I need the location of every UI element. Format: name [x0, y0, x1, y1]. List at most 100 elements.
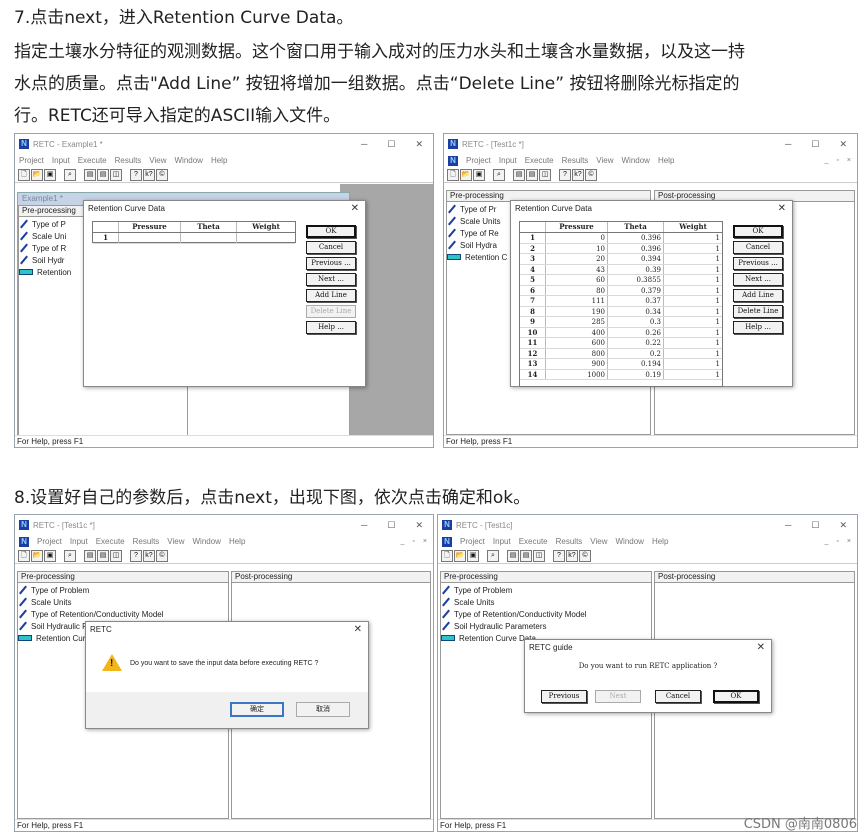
menu-input[interactable]: Input [493, 537, 511, 546]
save-icon[interactable]: ▣ [44, 549, 56, 562]
cell-weight[interactable]: 1 [664, 370, 722, 380]
maximize-button[interactable]: ☐ [387, 520, 395, 531]
table-row[interactable]: 10 400 0.26 1 [520, 327, 722, 338]
menu-window[interactable]: Window [193, 537, 221, 546]
menu-execute[interactable]: Execute [525, 156, 554, 165]
mdi-close[interactable]: × [847, 538, 851, 545]
cell-weight[interactable]: 1 [664, 328, 722, 338]
next-button[interactable]: Next ... [733, 273, 783, 286]
table-row[interactable]: 2 10 0.396 1 [520, 243, 722, 254]
menu-help[interactable]: Help [652, 537, 668, 546]
retention-grid[interactable]: Pressure Theta Weight 1 [92, 221, 296, 244]
mdi-minimize[interactable]: _ [825, 538, 829, 545]
mdi-close[interactable]: × [423, 538, 427, 545]
mdi-minimize[interactable]: _ [825, 157, 829, 164]
minimize-button[interactable]: ─ [785, 139, 791, 150]
about-icon[interactable]: © [156, 168, 168, 181]
cell-pressure[interactable]: 60 [546, 275, 608, 285]
table-row[interactable]: 9 285 0.3 1 [520, 317, 722, 328]
cell-pressure[interactable]: 0 [546, 233, 608, 243]
menu-help[interactable]: Help [211, 156, 227, 165]
close-icon[interactable]: ✕ [757, 642, 771, 653]
split-icon[interactable]: ◫ [539, 168, 551, 181]
cascade-icon[interactable]: ▤ [520, 549, 532, 562]
close-button[interactable]: ✕ [839, 520, 847, 531]
help-button[interactable]: Help ... [733, 321, 783, 334]
close-button[interactable]: ✕ [415, 139, 423, 150]
preview-icon[interactable]: ⌕ [493, 168, 505, 181]
split-icon[interactable]: ◫ [533, 549, 545, 562]
ok-button[interactable]: OK [306, 225, 356, 238]
close-icon[interactable]: ✕ [778, 203, 792, 214]
menu-results[interactable]: Results [562, 156, 589, 165]
next-button[interactable]: Next [595, 690, 641, 703]
help-button[interactable]: Help ... [306, 321, 356, 334]
mdi-restore[interactable]: ▫ [412, 538, 414, 545]
close-icon[interactable]: ✕ [351, 203, 365, 214]
menu-help[interactable]: Help [229, 537, 245, 546]
table-row[interactable]: 12 800 0.2 1 [520, 348, 722, 359]
cell-theta[interactable]: 0.394 [608, 254, 664, 264]
menu-help[interactable]: Help [658, 156, 674, 165]
cell-weight[interactable]: 1 [664, 307, 722, 317]
split-icon[interactable]: ◫ [110, 549, 122, 562]
cell-weight[interactable]: 1 [664, 286, 722, 296]
close-button[interactable]: ✕ [415, 520, 423, 531]
context-help-icon[interactable]: k? [143, 549, 155, 562]
cell-index[interactable]: 4 [520, 264, 546, 274]
minimize-button[interactable]: ─ [361, 520, 367, 531]
cell-index[interactable]: 6 [520, 285, 546, 295]
menu-results[interactable]: Results [115, 156, 142, 165]
ok-button[interactable]: OK [733, 225, 783, 238]
cancel-button[interactable]: 取消 [296, 702, 350, 717]
table-row[interactable]: 14 1000 0.19 1 [520, 369, 722, 380]
help-icon[interactable]: ? [553, 549, 565, 562]
tile-icon[interactable]: ▤ [513, 168, 525, 181]
cell-theta[interactable]: 0.396 [608, 243, 664, 253]
minimize-button[interactable]: ─ [361, 139, 367, 150]
cell-pressure[interactable]: 400 [546, 327, 608, 337]
cell-weight[interactable]: 1 [664, 233, 722, 243]
help-icon[interactable]: ? [130, 549, 142, 562]
previous-button[interactable]: Previous ... [733, 257, 783, 270]
cancel-button[interactable]: Cancel [306, 241, 356, 254]
cell-pressure[interactable]: 600 [546, 338, 608, 348]
tree-item-scale-units[interactable]: Scale Units [441, 596, 651, 608]
cell-index[interactable]: 1 [520, 233, 546, 243]
save-icon[interactable]: ▣ [467, 549, 479, 562]
menu-execute[interactable]: Execute [96, 537, 125, 546]
context-help-icon[interactable]: k? [566, 549, 578, 562]
cell-theta[interactable]: 0.2 [608, 348, 664, 358]
table-row[interactable]: 7 111 0.37 1 [520, 296, 722, 307]
tree-item-model[interactable]: Type of Retention/Conductivity Model [18, 608, 228, 620]
menu-view[interactable]: View [596, 156, 613, 165]
menu-project[interactable]: Project [37, 537, 62, 546]
save-icon[interactable]: ▣ [44, 168, 56, 181]
cell-theta[interactable]: 0.22 [608, 338, 664, 348]
help-icon[interactable]: ? [559, 168, 571, 181]
cascade-icon[interactable]: ▤ [97, 168, 109, 181]
cancel-button[interactable]: Cancel [733, 241, 783, 254]
new-icon[interactable]: 🗋 [18, 168, 30, 181]
cell-index[interactable]: 5 [520, 275, 546, 285]
cell-index[interactable]: 7 [520, 296, 546, 306]
about-icon[interactable]: © [579, 549, 591, 562]
add-line-button[interactable]: Add Line [306, 289, 356, 302]
cell-theta[interactable]: 0.26 [608, 327, 664, 337]
cell-weight[interactable]: 1 [664, 359, 722, 369]
menu-view[interactable]: View [149, 156, 166, 165]
menu-execute[interactable]: Execute [519, 537, 548, 546]
delete-line-button[interactable]: Delete Line [306, 305, 356, 318]
cell-weight[interactable]: 1 [664, 296, 722, 306]
maximize-button[interactable]: ☐ [811, 139, 819, 150]
cell-pressure[interactable]: 900 [546, 359, 608, 369]
cell-weight[interactable]: 1 [664, 244, 722, 254]
menu-execute[interactable]: Execute [78, 156, 107, 165]
about-icon[interactable]: © [156, 549, 168, 562]
open-icon[interactable]: 📂 [454, 549, 466, 562]
save-icon[interactable]: ▣ [473, 168, 485, 181]
cancel-button[interactable]: Cancel [655, 690, 701, 703]
cell-weight[interactable]: 1 [664, 349, 722, 359]
preview-icon[interactable]: ⌕ [487, 549, 499, 562]
cell-index[interactable]: 14 [520, 369, 546, 379]
